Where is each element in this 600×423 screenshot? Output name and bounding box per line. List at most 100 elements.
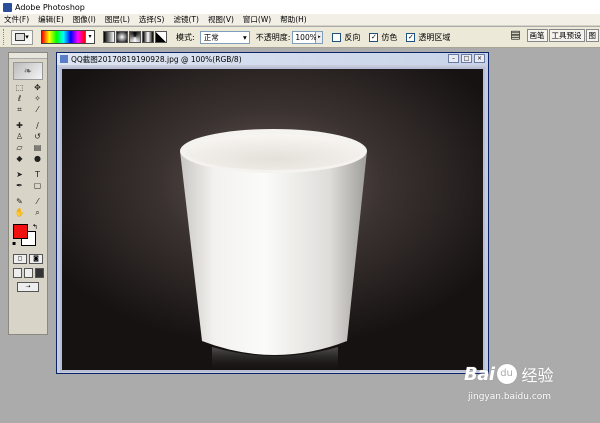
dither-checkbox-box[interactable]: ✓ [369,32,379,42]
toolbox-header[interactable] [9,53,47,59]
clone-stamp-icon[interactable]: ♙ [11,132,28,142]
opacity-input[interactable]: 100% [292,30,317,44]
linear-gradient-button[interactable] [103,31,115,43]
adobe-online-feather-icon[interactable]: ❧ [13,62,43,80]
app-title: Adobe Photoshop [15,2,85,12]
reverse-checkbox[interactable]: 反向 [332,32,360,43]
white-cup-image [180,129,367,370]
document-canvas[interactable] [62,69,483,370]
slice-icon[interactable]: ⁄ [29,105,46,115]
crop-icon[interactable]: ⌗ [11,105,28,115]
mode-label: 模式: [176,32,195,42]
tool-preset-picker[interactable]: ▾ [11,29,33,45]
path-select-icon[interactable]: ➤ [11,170,28,180]
move-icon[interactable]: ✥ [29,83,46,93]
gradient-icon[interactable]: ▤ [29,143,46,153]
dodge-icon[interactable]: ● [29,154,46,164]
default-colors-icon[interactable]: ▪ [12,240,16,247]
watermark-url: jingyan.baidu.com [468,392,552,402]
tool-separator [11,192,28,196]
jump-to-imageready-button[interactable]: ⇢ [17,282,39,292]
close-button[interactable]: × [474,54,485,63]
reflected-gradient-button[interactable] [142,31,154,43]
tab-brushes[interactable]: 画笔 [526,28,548,42]
dither-checkbox[interactable]: ✓ 仿色 [369,32,397,43]
blur-icon[interactable]: ◆ [11,154,28,164]
menu-edit[interactable]: 编辑(E) [38,14,64,25]
opacity-slider-button[interactable]: ▸ [316,30,324,44]
pen-icon[interactable]: ✒ [11,181,28,191]
menu-image[interactable]: 图像(I) [73,14,96,25]
title-bar: Adobe Photoshop [0,0,600,14]
watermark-brand: Bai [464,363,495,385]
baidu-jingyan-watermark: Bai du 经验 jingyan.baidu.com [464,362,600,412]
zoom-icon[interactable]: ⌕ [29,208,46,218]
tab-tool-presets[interactable]: 工具预设 [548,28,585,42]
eraser-icon[interactable]: ▱ [11,143,28,153]
healing-brush-icon[interactable]: ✚ [11,121,28,131]
swap-colors-icon[interactable]: ↰ [32,223,38,231]
standard-mode-button[interactable]: ◻ [13,254,27,264]
mode-select[interactable]: 正常 ▾ [199,30,250,44]
tab-more[interactable]: 图 [585,28,599,42]
maximize-button[interactable]: □ [461,54,472,63]
photoshop-logo-icon [3,2,12,12]
chevron-down-icon: ▾ [25,33,29,41]
lasso-icon[interactable]: ℓ [11,94,28,104]
toolbox: ❧ ⬚ ✥ ℓ ✧ ⌗ ⁄ ✚ ∕ ♙ ↺ ▱ ▤ ◆ ● ➤ T ✒ ▢ ✎ ⁄ ✋ ⌕ ↰ ▪ ◻ ◙ ⇢ [8,52,48,335]
reverse-checkbox-box[interactable] [332,32,342,42]
baidu-paw-icon: du [496,364,517,384]
standard-screen-button[interactable] [12,268,22,278]
cup-body [180,151,367,355]
menu-view[interactable]: 视图(V) [208,14,234,25]
notes-icon[interactable]: ✎ [11,197,28,207]
chevron-down-icon: ▾ [242,32,247,42]
foreground-color-swatch[interactable] [13,224,28,239]
marquee-icon[interactable]: ⬚ [11,83,28,93]
color-swatches: ↰ ▪ [9,222,47,250]
file-browser-icon[interactable]: ▤ [509,28,523,42]
full-screen-menu-button[interactable] [23,268,33,278]
minimize-button[interactable]: – [448,54,459,63]
tool-separator [11,116,28,120]
cup-inside [185,134,362,170]
mask-mode-row: ◻ ◙ [9,254,47,264]
magic-wand-icon[interactable]: ✧ [29,94,46,104]
document-title: QQ截图20170819190928.jpg @ 100%(RGB/8) [71,54,242,64]
type-icon[interactable]: T [29,170,46,180]
menu-filter[interactable]: 滤镜(T) [174,14,199,25]
quick-mask-button[interactable]: ◙ [29,254,43,264]
mode-value: 正常 [203,32,219,42]
hand-icon[interactable]: ✋ [11,208,28,218]
eyedropper-icon[interactable]: ⁄ [29,197,46,207]
options-grip[interactable] [3,29,6,45]
menu-layer[interactable]: 图层(L) [105,14,130,25]
menu-help[interactable]: 帮助(H) [280,14,307,25]
imageready-row: ⇢ [9,282,47,292]
menu-file[interactable]: 文件(F) [4,14,29,25]
menu-window[interactable]: 窗口(W) [243,14,271,25]
gradient-swatch[interactable] [42,31,85,43]
menu-select[interactable]: 选择(S) [139,14,165,25]
dither-label: 仿色 [381,32,398,42]
document-window: QQ截图20170819190928.jpg @ 100%(RGB/8) – □… [56,52,489,374]
opacity-label: 不透明度: [255,32,291,42]
transparency-checkbox-box[interactable]: ✓ [406,32,416,42]
shape-icon[interactable]: ▢ [29,181,46,191]
palette-well: ▤ 画笔 工具预设 图 [509,28,600,42]
options-bar: ▾ ▾ 模式: 正常 ▾ 不透明度: 100% ▸ 反向 ✓ 仿色 ✓ 透明区域… [0,27,600,48]
menu-bar: 文件(F) 编辑(E) 图像(I) 图层(L) 选择(S) 滤镜(T) 视图(V… [0,14,600,26]
tool-separator [29,192,46,196]
document-icon [60,55,68,63]
gradient-picker[interactable]: ▾ [41,30,95,44]
transparency-checkbox[interactable]: ✓ 透明区域 [406,32,450,43]
chevron-down-icon[interactable]: ▾ [85,31,94,43]
brush-icon[interactable]: ∕ [29,121,46,131]
tool-separator [11,165,28,169]
diamond-gradient-button[interactable] [155,31,167,43]
document-title-bar[interactable]: QQ截图20170819190928.jpg @ 100%(RGB/8) – □… [57,53,488,65]
full-screen-button[interactable] [34,268,44,278]
history-brush-icon[interactable]: ↺ [29,132,46,142]
radial-gradient-button[interactable] [116,31,128,43]
angle-gradient-button[interactable] [129,31,141,43]
